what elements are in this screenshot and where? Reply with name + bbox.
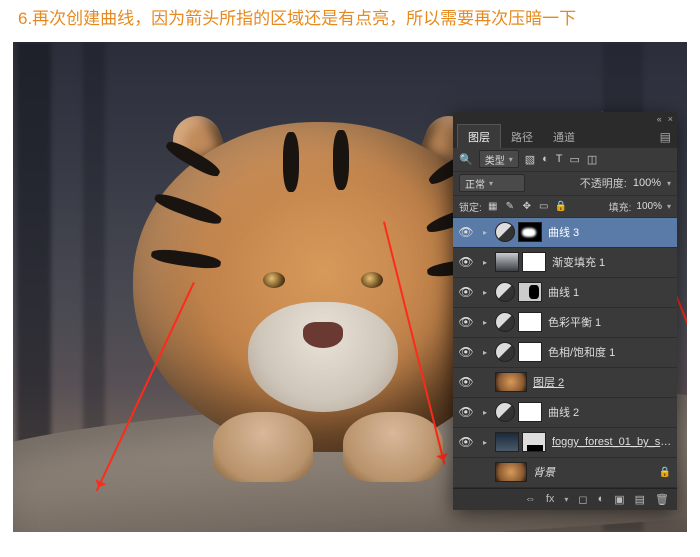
document-canvas: « × 图层 路径 通道 ▤ 🔍 类型▾ ▧ ◐ T ▭ ◫ 正常▾ 不透明度:…: [13, 42, 687, 532]
mask-button[interactable]: ◻: [578, 493, 587, 506]
filter-pixel-icon[interactable]: ▧: [525, 153, 535, 166]
fill-value[interactable]: 100%: [636, 201, 662, 212]
new-layer-button[interactable]: ▤: [635, 493, 645, 506]
filter-icons: ▧ ◐ T ▭ ◫: [525, 153, 598, 166]
twirl-icon[interactable]: ▸: [479, 228, 491, 237]
visibility-toggle[interactable]: 👁: [457, 315, 475, 329]
opacity-label: 不透明度:: [580, 175, 627, 191]
layer-name[interactable]: 色彩平衡 1: [546, 314, 673, 330]
mask-thumb[interactable]: [522, 432, 546, 452]
tab-layers[interactable]: 图层: [457, 124, 501, 148]
layer-row[interactable]: 👁 ▸ 色相/饱和度 1: [453, 338, 677, 368]
adjustment-thumb[interactable]: [495, 402, 515, 422]
layer-row[interactable]: 👁 ▸ 曲线 1: [453, 278, 677, 308]
delete-layer-button[interactable]: 🗑: [655, 493, 669, 506]
layer-thumb[interactable]: [495, 252, 519, 272]
mask-thumb[interactable]: [518, 282, 542, 302]
layers-panel: « × 图层 路径 通道 ▤ 🔍 类型▾ ▧ ◐ T ▭ ◫ 正常▾ 不透明度:…: [453, 112, 677, 510]
twirl-icon[interactable]: ▸: [479, 438, 491, 447]
filter-kind-select[interactable]: 类型▾: [479, 150, 519, 168]
filter-adjust-icon[interactable]: ◐: [542, 153, 549, 165]
layer-name[interactable]: 曲线 3: [546, 224, 673, 240]
blend-mode-select[interactable]: 正常▾: [459, 174, 525, 192]
layer-name[interactable]: foggy_forest_01_by_sacr...: [550, 436, 673, 448]
panel-footer: ⇔ fx▾ ◻ ◐ ▣ ▤ 🗑: [453, 488, 677, 510]
adjustment-thumb[interactable]: [495, 222, 515, 242]
mask-thumb[interactable]: [518, 312, 542, 332]
adjustment-thumb[interactable]: [495, 342, 515, 362]
blend-row: 正常▾ 不透明度: 100%▾: [453, 172, 677, 196]
twirl-icon[interactable]: ▸: [479, 408, 491, 417]
visibility-toggle[interactable]: 👁: [457, 285, 475, 299]
panel-menu-icon[interactable]: ▤: [654, 126, 677, 148]
adjustment-thumb[interactable]: [495, 282, 515, 302]
tab-channels[interactable]: 通道: [543, 125, 585, 148]
twirl-icon[interactable]: ▸: [479, 318, 491, 327]
search-icon[interactable]: 🔍: [459, 153, 473, 166]
layers-list: 👁 ▸ 曲线 3 👁 ▸ 渐变填充 1 👁 ▸ 曲线 1 👁 ▸: [453, 218, 677, 488]
tutorial-step-caption: 6.再次创建曲线，因为箭头所指的区域还是有点亮，所以需要再次压暗一下: [0, 0, 700, 42]
lock-row: 锁定: ▦ ✎ ✥ ▭ 🔒 填充: 100%▾: [453, 196, 677, 218]
layer-row[interactable]: 👁 图层 2: [453, 368, 677, 398]
mask-thumb[interactable]: [522, 252, 546, 272]
mask-thumb[interactable]: [518, 222, 542, 242]
layer-name[interactable]: 色相/饱和度 1: [546, 344, 673, 360]
twirl-icon[interactable]: ▸: [479, 288, 491, 297]
group-button[interactable]: ▣: [614, 493, 624, 506]
layer-row[interactable]: 👁 ▸ 渐变填充 1: [453, 248, 677, 278]
twirl-icon[interactable]: ▸: [479, 348, 491, 357]
layer-row[interactable]: 👁 ▸ 色彩平衡 1: [453, 308, 677, 338]
layer-name[interactable]: 曲线 1: [546, 284, 673, 300]
layer-thumb[interactable]: [495, 432, 519, 452]
tab-paths[interactable]: 路径: [501, 125, 543, 148]
layer-name[interactable]: 曲线 2: [546, 404, 673, 420]
lock-position-icon[interactable]: ✥: [521, 200, 533, 212]
visibility-toggle[interactable]: 👁: [457, 225, 475, 239]
link-layers-icon[interactable]: ⇔: [525, 493, 536, 505]
lock-all-icon[interactable]: 🔒: [555, 200, 567, 212]
layer-row[interactable]: 👁 ▸ foggy_forest_01_by_sacr...: [453, 428, 677, 458]
fill-label: 填充:: [609, 199, 632, 214]
visibility-toggle[interactable]: 👁: [457, 375, 475, 389]
lock-pixels-icon[interactable]: ✎: [504, 200, 516, 212]
adjustment-thumb[interactable]: [495, 312, 515, 332]
opacity-value[interactable]: 100%: [633, 177, 661, 189]
mask-thumb[interactable]: [518, 402, 542, 422]
lock-label: 锁定:: [459, 199, 482, 214]
filter-type-icon[interactable]: T: [556, 153, 563, 165]
layer-name[interactable]: 图层 2: [531, 374, 673, 390]
visibility-toggle[interactable]: 👁: [457, 345, 475, 359]
filter-smart-icon[interactable]: ◫: [587, 153, 597, 166]
layer-name[interactable]: 渐变填充 1: [550, 254, 673, 270]
visibility-toggle[interactable]: 👁: [457, 435, 475, 449]
twirl-icon[interactable]: ▸: [479, 258, 491, 267]
layer-row[interactable]: 背景 🔒: [453, 458, 677, 488]
layer-row[interactable]: 👁 ▸ 曲线 2: [453, 398, 677, 428]
layer-name[interactable]: 背景: [531, 464, 655, 480]
filter-row: 🔍 类型▾ ▧ ◐ T ▭ ◫: [453, 148, 677, 172]
panel-tabs: 图层 路径 通道 ▤: [453, 126, 677, 148]
visibility-toggle[interactable]: 👁: [457, 405, 475, 419]
adjustment-button[interactable]: ◐: [598, 493, 605, 505]
layer-row[interactable]: 👁 ▸ 曲线 3: [453, 218, 677, 248]
lock-icon: 🔒: [659, 467, 671, 478]
fx-button[interactable]: fx: [546, 493, 555, 505]
visibility-toggle[interactable]: 👁: [457, 255, 475, 269]
filter-shape-icon[interactable]: ▭: [570, 153, 580, 166]
layer-thumb[interactable]: [495, 372, 527, 392]
collapse-icon[interactable]: «: [657, 114, 662, 124]
lock-transparent-icon[interactable]: ▦: [487, 200, 499, 212]
lock-artboard-icon[interactable]: ▭: [538, 200, 550, 212]
layer-thumb[interactable]: [495, 462, 527, 482]
close-icon[interactable]: ×: [668, 114, 673, 124]
mask-thumb[interactable]: [518, 342, 542, 362]
